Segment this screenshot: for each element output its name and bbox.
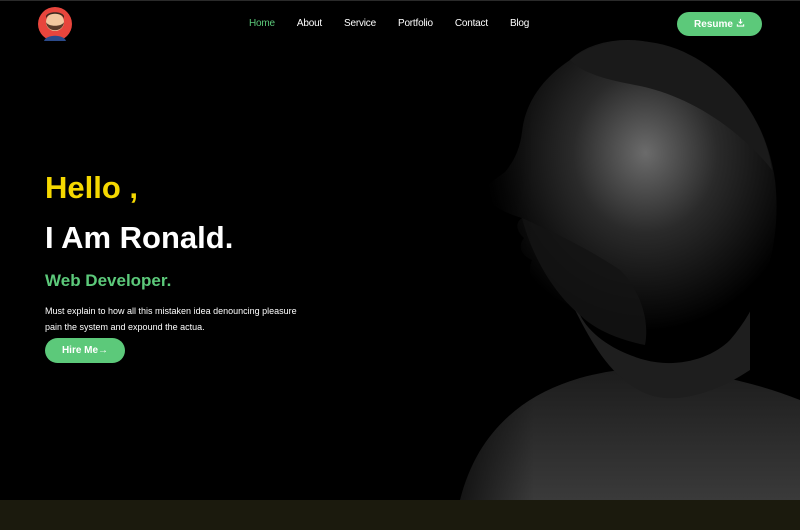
download-icon (736, 18, 745, 30)
hire-me-button[interactable]: Hire Me→ (45, 338, 125, 363)
hero-name: I Am Ronald. (45, 220, 234, 255)
hero-portrait-image (420, 0, 800, 500)
nav-portfolio[interactable]: Portfolio (398, 18, 433, 29)
hero-description: Must explain to how all this mistaken id… (45, 306, 297, 332)
nav-home[interactable]: Home (249, 18, 275, 29)
site-header: Home About Service Portfolio Contact Blo… (0, 0, 800, 46)
page: Home About Service Portfolio Contact Blo… (0, 0, 800, 530)
nav-about[interactable]: About (297, 18, 322, 29)
nav-service[interactable]: Service (344, 18, 376, 29)
resume-button[interactable]: Resume (677, 12, 762, 36)
logo-avatar-icon[interactable] (38, 7, 72, 41)
nav-blog[interactable]: Blog (510, 18, 529, 29)
next-section-strip (0, 500, 800, 530)
nav-contact[interactable]: Contact (455, 18, 488, 29)
hero-role: Web Developer. (45, 271, 172, 290)
hero-greeting: Hello , (45, 170, 139, 205)
resume-button-label: Resume (694, 18, 733, 30)
main-nav: Home About Service Portfolio Contact Blo… (249, 18, 551, 29)
